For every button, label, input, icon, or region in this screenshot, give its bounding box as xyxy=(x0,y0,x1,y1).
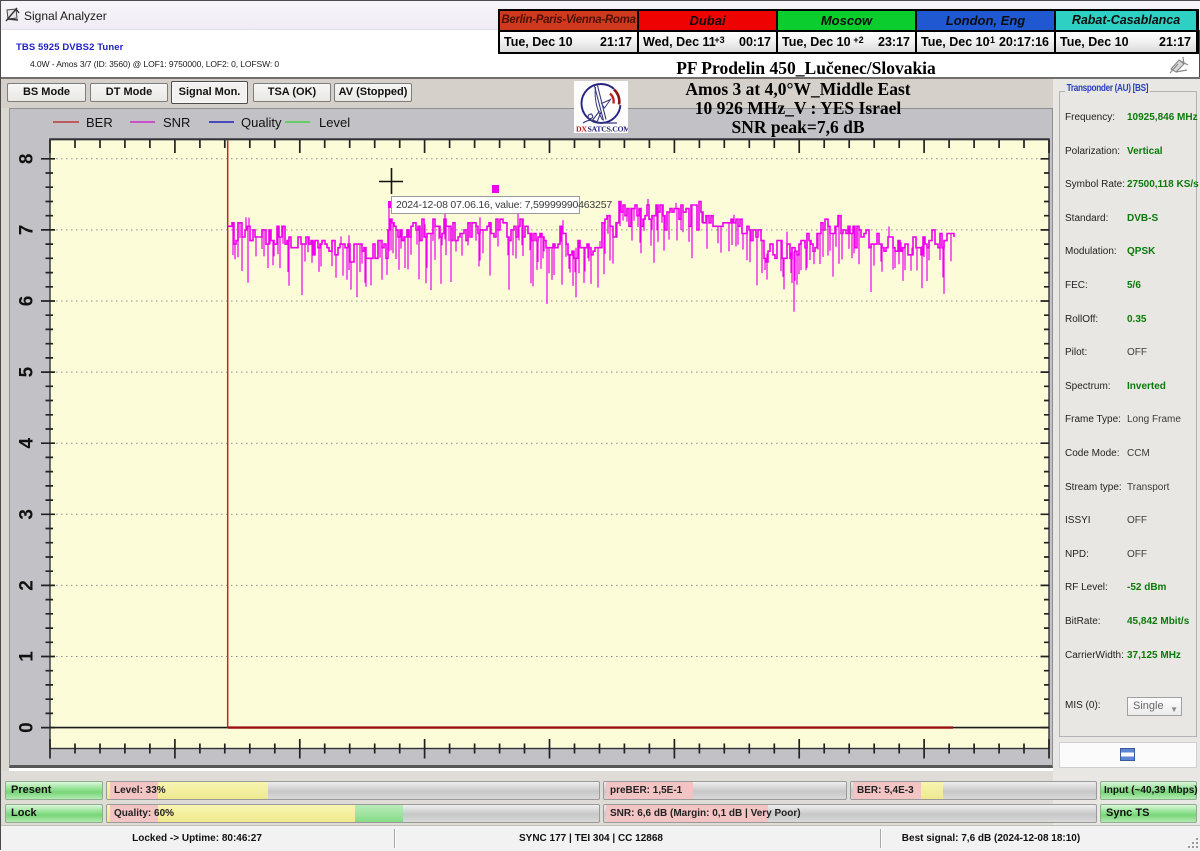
svg-text:DX: DX xyxy=(576,125,587,134)
svg-text:SATCS.COM: SATCS.COM xyxy=(588,125,629,134)
